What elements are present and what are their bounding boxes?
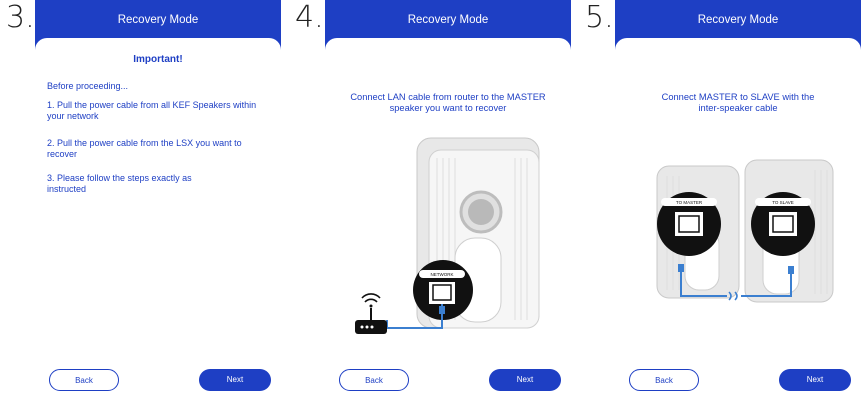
master-port-label: TO MASTER (676, 200, 703, 205)
back-button[interactable]: Back (629, 369, 699, 391)
wifi-icon (361, 293, 381, 308)
paragraph-step-2: 2. Pull the power cable from the LSX you… (47, 138, 242, 159)
step-number: 3. (6, 0, 35, 35)
ethernet-port-icon: TO SLAVE (751, 192, 815, 256)
content-sheet: Connect LAN cable from router to the MAS… (325, 38, 571, 409)
speaker-router-illustration: NETWORK (355, 137, 540, 334)
screen-title: Recovery Mode (117, 14, 199, 26)
next-button[interactable]: Next (199, 369, 271, 391)
phone-screen-step-5: Recovery Mode Connect MASTER to SLAVE wi… (615, 0, 861, 409)
phone-screen-step-4: Recovery Mode Connect LAN cable from rou… (325, 0, 571, 409)
back-button[interactable]: Back (339, 369, 409, 391)
step-number: 5. (585, 0, 614, 35)
important-heading: Important! (133, 54, 183, 65)
network-port-label: NETWORK (431, 272, 454, 277)
content-sheet: Connect MASTER to SLAVE with the inter-s… (615, 38, 861, 409)
phone-screen-step-3: Recovery Mode Important! Before proceedi… (35, 0, 281, 409)
content-sheet: Important! Before proceeding... 1. Pull … (35, 38, 281, 409)
router-icon (355, 308, 387, 334)
paragraph-intro: Before proceeding... (47, 81, 129, 91)
screen-title: Recovery Mode (407, 14, 489, 26)
slave-port-label: TO SLAVE (772, 200, 794, 205)
paragraph-step-1: 1. Pull the power cable from all KEF Spe… (47, 100, 257, 121)
step-number: 4. (295, 0, 324, 35)
screen-title: Recovery Mode (697, 14, 779, 26)
ethernet-port-icon: TO MASTER (657, 192, 721, 256)
next-button[interactable]: Next (779, 369, 851, 391)
next-button[interactable]: Next (489, 369, 561, 391)
master-slave-illustration: TO MASTER TO SLAVE (656, 159, 834, 303)
paragraph-step-3: 3. Please follow the steps exactly as in… (47, 173, 192, 194)
back-button[interactable]: Back (49, 369, 119, 391)
